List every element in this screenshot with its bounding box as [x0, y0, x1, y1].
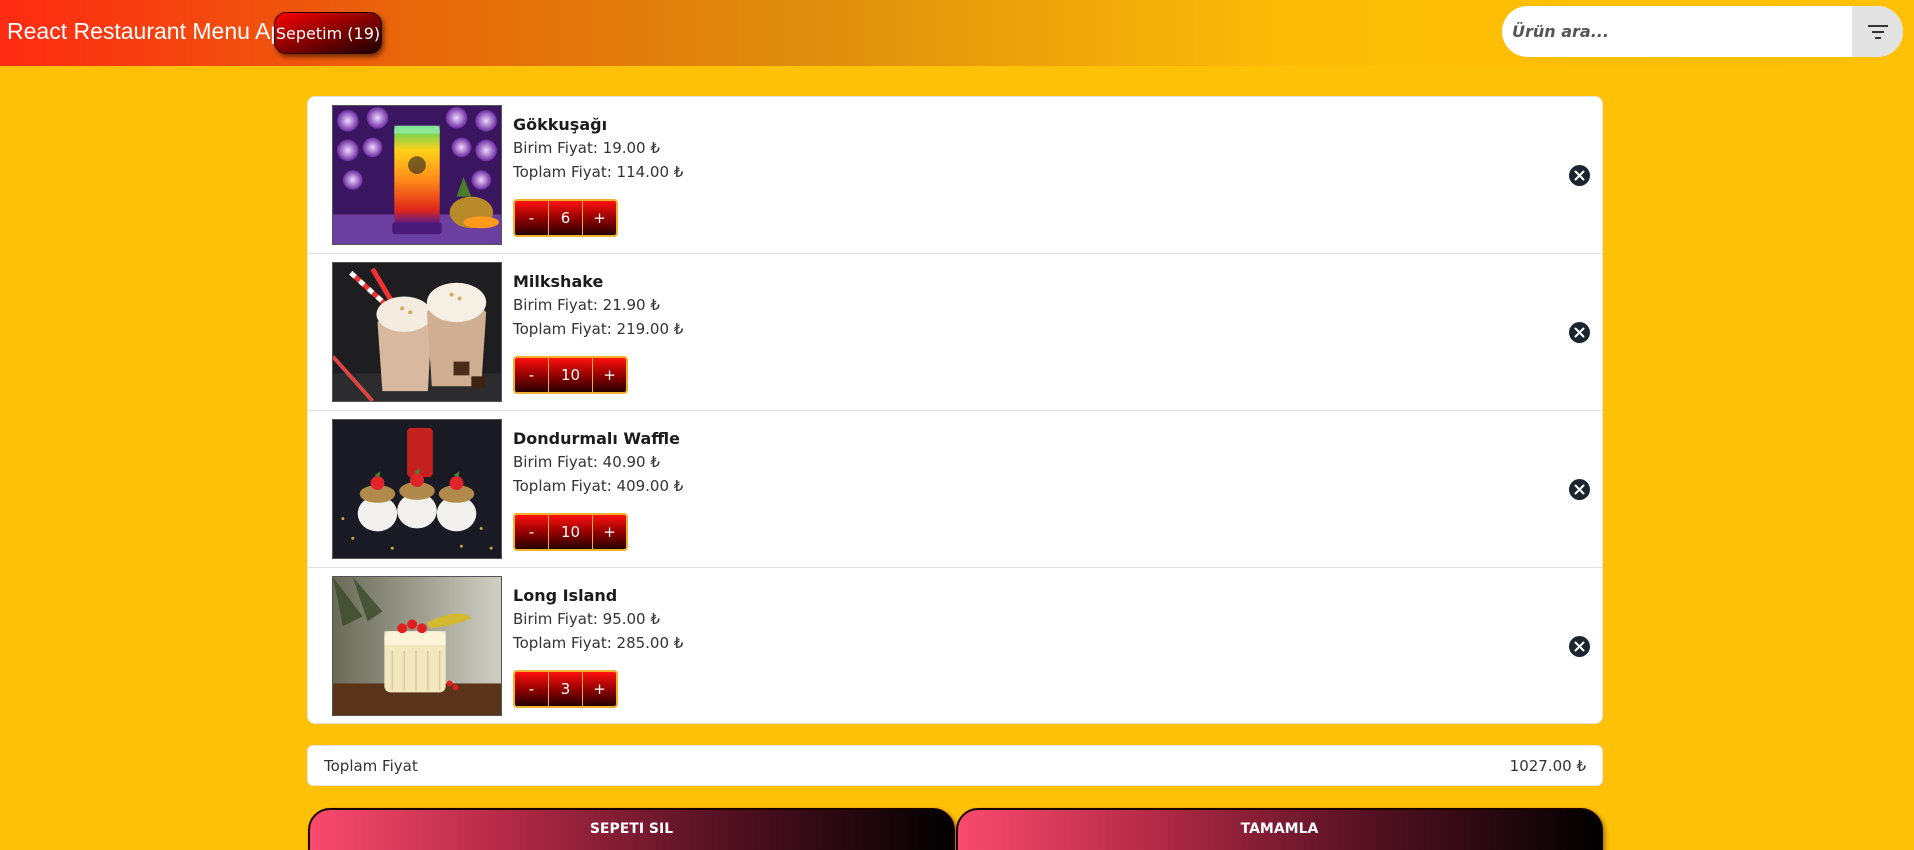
- cart-list: Gökkuşağı Birim Fiyat: 19.00 ₺ Toplam Fi…: [307, 96, 1603, 724]
- clear-cart-button[interactable]: SEPETI SIL: [308, 808, 955, 850]
- total-value: 1027.00 ₺: [1509, 757, 1586, 775]
- product-image: [332, 419, 502, 559]
- complete-order-button[interactable]: TAMAMLA: [956, 808, 1603, 850]
- total-label: Toplam Fiyat: [324, 757, 418, 775]
- search-bar: [1502, 6, 1903, 57]
- product-image: [332, 262, 502, 402]
- quantity-value: 10: [548, 515, 593, 549]
- cart-total: Toplam Fiyat 1027.00 ₺: [307, 745, 1603, 786]
- remove-item-button[interactable]: [1569, 322, 1590, 343]
- quantity-value: 6: [548, 201, 583, 235]
- cart-button[interactable]: Sepetim (19): [274, 12, 382, 54]
- close-icon: [1574, 641, 1585, 652]
- increment-button[interactable]: +: [593, 515, 626, 549]
- product-name: Gökkuşağı: [513, 115, 608, 134]
- filter-button[interactable]: [1852, 6, 1903, 57]
- filter-icon: [1867, 24, 1888, 39]
- quantity-stepper: - 3 +: [513, 670, 618, 708]
- cart-item: Dondurmalı Waffle Birim Fiyat: 40.90 ₺ T…: [308, 411, 1602, 568]
- decrement-button[interactable]: -: [515, 672, 548, 706]
- navbar: React Restaurant Menu App Sepetim (19): [0, 0, 1914, 66]
- decrement-button[interactable]: -: [515, 358, 548, 392]
- search-input[interactable]: [1502, 6, 1852, 57]
- product-image: [332, 105, 502, 245]
- remove-item-button[interactable]: [1569, 636, 1590, 657]
- total-price: Toplam Fiyat: 114.00 ₺: [513, 163, 684, 181]
- close-icon: [1574, 327, 1585, 338]
- total-price: Toplam Fiyat: 285.00 ₺: [513, 634, 684, 652]
- unit-price: Birim Fiyat: 40.90 ₺: [513, 453, 660, 471]
- close-icon: [1574, 484, 1585, 495]
- close-icon: [1574, 170, 1585, 181]
- quantity-stepper: - 10 +: [513, 356, 628, 394]
- unit-price: Birim Fiyat: 95.00 ₺: [513, 610, 660, 628]
- decrement-button[interactable]: -: [515, 515, 548, 549]
- decrement-button[interactable]: -: [515, 201, 548, 235]
- remove-item-button[interactable]: [1569, 165, 1590, 186]
- cart-item: Gökkuşağı Birim Fiyat: 19.00 ₺ Toplam Fi…: [308, 97, 1602, 254]
- quantity-stepper: - 10 +: [513, 513, 628, 551]
- quantity-value: 10: [548, 358, 593, 392]
- product-name: Dondurmalı Waffle: [513, 429, 680, 448]
- quantity-value: 3: [548, 672, 583, 706]
- total-price: Toplam Fiyat: 409.00 ₺: [513, 477, 684, 495]
- increment-button[interactable]: +: [583, 672, 616, 706]
- increment-button[interactable]: +: [583, 201, 616, 235]
- increment-button[interactable]: +: [593, 358, 626, 392]
- app-brand[interactable]: React Restaurant Menu App: [7, 18, 296, 45]
- unit-price: Birim Fiyat: 19.00 ₺: [513, 139, 660, 157]
- cart-item: Long Island Birim Fiyat: 95.00 ₺ Toplam …: [308, 568, 1602, 723]
- product-name: Long Island: [513, 586, 618, 605]
- product-image: [332, 576, 502, 716]
- quantity-stepper: - 6 +: [513, 199, 618, 237]
- unit-price: Birim Fiyat: 21.90 ₺: [513, 296, 660, 314]
- cart-item: Milkshake Birim Fiyat: 21.90 ₺ Toplam Fi…: [308, 254, 1602, 411]
- total-price: Toplam Fiyat: 219.00 ₺: [513, 320, 684, 338]
- product-name: Milkshake: [513, 272, 604, 291]
- remove-item-button[interactable]: [1569, 479, 1590, 500]
